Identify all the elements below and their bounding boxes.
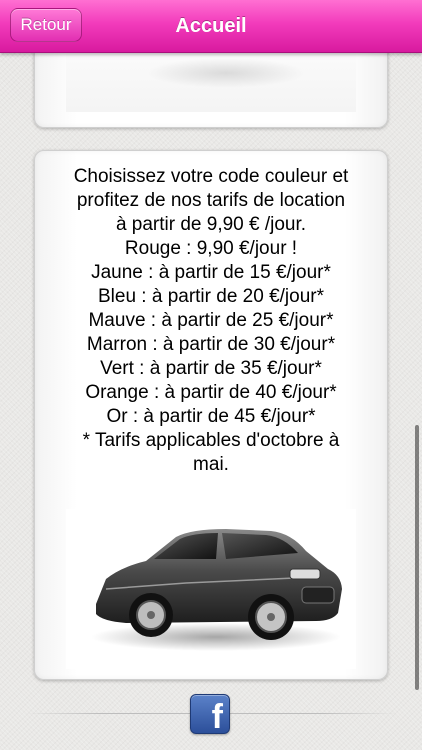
text-line: mai. bbox=[193, 454, 229, 475]
text-line: Mauve : à partir de 25 €/jour* bbox=[88, 310, 334, 331]
image-shadow bbox=[146, 58, 306, 88]
previous-content-card bbox=[34, 40, 388, 128]
pricing-card: Choisissez votre code couleur et profite… bbox=[34, 150, 388, 680]
text-line: Vert : à partir de 35 €/jour* bbox=[100, 358, 322, 379]
text-line: profitez de nos tarifs de location bbox=[76, 190, 346, 211]
text-line: Orange : à partir de 40 €/jour* bbox=[85, 382, 337, 403]
back-button[interactable]: Retour bbox=[10, 8, 82, 42]
car-illustration bbox=[91, 529, 342, 651]
text-line: * Tarifs applicables d'octobre à bbox=[82, 430, 340, 451]
car-image bbox=[66, 509, 356, 669]
facebook-icon[interactable]: f bbox=[190, 694, 230, 734]
text-line: Bleu : à partir de 20 €/jour* bbox=[97, 286, 325, 307]
pricing-text: Choisissez votre code couleur et profite… bbox=[49, 165, 373, 477]
text-line: Or : à partir de 45 €/jour* bbox=[106, 406, 316, 427]
previous-image bbox=[66, 48, 356, 112]
text-line: à partir de 9,90 € /jour. bbox=[115, 214, 307, 235]
text-line: Rouge : 9,90 €/jour ! bbox=[124, 238, 298, 259]
text-line: Choisissez votre code couleur et bbox=[73, 166, 349, 187]
navigation-bar: Retour Accueil bbox=[0, 0, 422, 53]
text-line: Jaune : à partir de 15 €/jour* bbox=[91, 262, 331, 283]
text-line: Marron : à partir de 30 €/jour* bbox=[86, 334, 336, 355]
scroll-indicator bbox=[415, 425, 419, 690]
